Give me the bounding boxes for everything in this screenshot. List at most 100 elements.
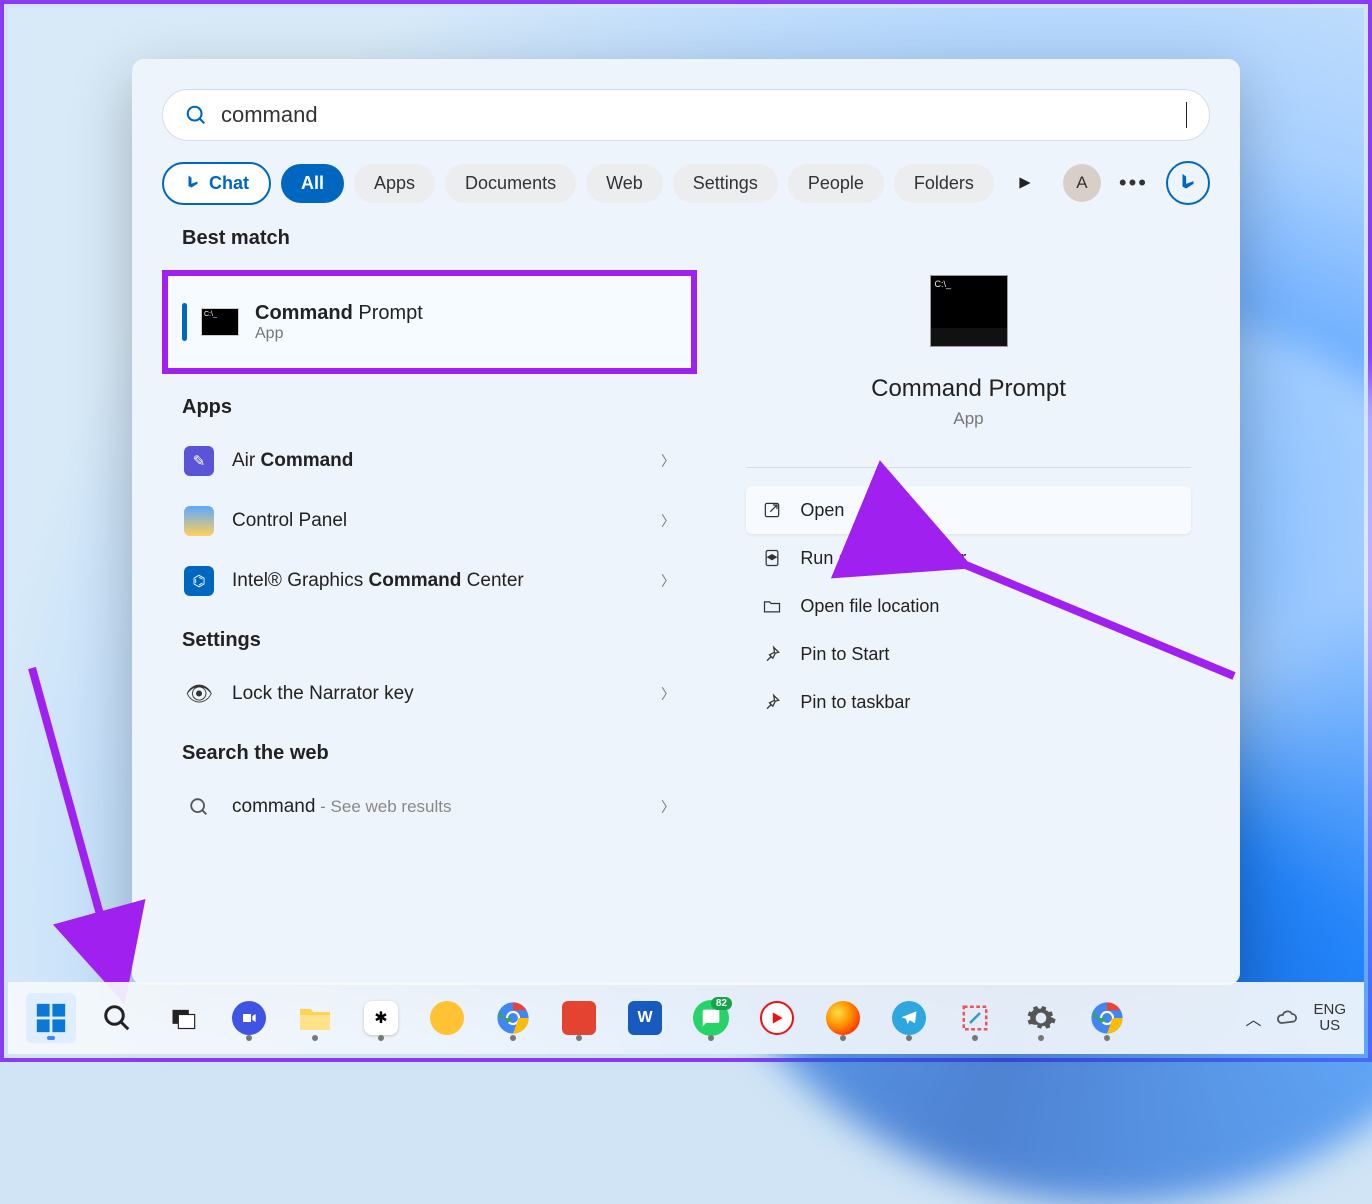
command-prompt-icon (201, 308, 239, 336)
taskbar-app-settings[interactable] (1016, 993, 1066, 1043)
windows-icon (34, 1001, 68, 1035)
apps-heading: Apps (182, 396, 697, 419)
results-column: Best match Command Prompt App Apps ✎ Air… (162, 227, 697, 985)
detail-column: Command Prompt App Open Run as administr… (727, 227, 1210, 985)
narrator-icon: 👁 (184, 679, 214, 709)
action-pin-taskbar[interactable]: Pin to taskbar (746, 678, 1190, 726)
shield-icon (762, 548, 782, 568)
open-icon (762, 500, 782, 520)
best-match-heading: Best match (182, 227, 697, 250)
action-open-location[interactable]: Open file location (746, 582, 1190, 630)
task-view-button[interactable] (158, 993, 208, 1043)
user-avatar[interactable]: A (1063, 164, 1101, 202)
filter-settings[interactable]: Settings (673, 164, 778, 203)
taskbar-app-chrome2[interactable] (1082, 993, 1132, 1043)
taskbar-app-youtube[interactable] (752, 993, 802, 1043)
circle-icon (430, 1001, 464, 1035)
chevron-right-icon: 〉 (661, 797, 675, 817)
taskbar-app-slack[interactable]: ✱ (356, 993, 406, 1043)
filter-apps[interactable]: Apps (354, 164, 435, 203)
more-options-button[interactable]: ••• (1111, 170, 1156, 196)
windows-search-panel: Chat All Apps Documents Web Settings Peo… (132, 59, 1240, 985)
taskbar-app-word[interactable]: W (620, 993, 670, 1043)
filter-more-button[interactable] (1010, 168, 1040, 198)
search-icon (184, 792, 214, 822)
chevron-right-icon: 〉 (661, 684, 675, 704)
best-match-title: Command Prompt (255, 302, 423, 325)
app-result-control-panel[interactable]: Control Panel 〉 (162, 491, 697, 551)
taskbar-app-chrome[interactable] (488, 993, 538, 1043)
control-panel-icon (184, 506, 214, 536)
taskbar-search[interactable] (92, 993, 142, 1043)
snip-icon (960, 1003, 990, 1033)
pencil-icon: ✎ (184, 446, 214, 476)
command-prompt-icon (930, 275, 1008, 347)
folder-icon (297, 1003, 333, 1033)
folder-icon (762, 596, 782, 616)
divider (746, 467, 1190, 468)
todoist-icon (562, 1001, 596, 1035)
chrome-icon (496, 1001, 530, 1035)
chrome-icon (1090, 1001, 1124, 1035)
detail-title: Command Prompt (871, 375, 1066, 403)
filter-web[interactable]: Web (586, 164, 663, 203)
taskbar-app-todoist[interactable] (554, 993, 604, 1043)
web-result[interactable]: command - See web results 〉 (162, 777, 697, 837)
taskview-icon (169, 1004, 197, 1032)
taskbar-app-snip[interactable] (950, 993, 1000, 1043)
bing-icon (184, 174, 202, 192)
filter-people[interactable]: People (788, 164, 884, 203)
camera-icon (232, 1001, 266, 1035)
filter-all[interactable]: All (281, 164, 344, 203)
filter-documents[interactable]: Documents (445, 164, 576, 203)
language-indicator[interactable]: ENGUS (1313, 1002, 1346, 1035)
selection-bar (182, 303, 187, 341)
play-icon (1018, 176, 1032, 190)
system-tray: ︿ ENGUS (1245, 1002, 1346, 1035)
filter-folders[interactable]: Folders (894, 164, 994, 203)
best-match-result[interactable]: Command Prompt App (162, 270, 697, 374)
filter-row: Chat All Apps Documents Web Settings Peo… (162, 161, 1210, 205)
search-icon (102, 1003, 132, 1033)
firefox-icon (826, 1001, 860, 1035)
pin-icon (762, 692, 782, 712)
taskbar-app-firefox[interactable] (818, 993, 868, 1043)
search-input[interactable] (221, 102, 1178, 128)
taskbar-app-teams[interactable] (224, 993, 274, 1043)
taskbar-app-telegram[interactable] (884, 993, 934, 1043)
slack-icon: ✱ (364, 1001, 398, 1035)
search-bar[interactable] (162, 89, 1210, 141)
taskbar: ✱ W 82 ︿ ENGUS (8, 982, 1364, 1054)
app-result-intel-graphics[interactable]: ⌬ Intel® Graphics Command Center 〉 (162, 551, 697, 611)
taskbar-app-whatsapp[interactable]: 82 (686, 993, 736, 1043)
chevron-right-icon: 〉 (661, 511, 675, 531)
app-result-air-command[interactable]: ✎ Air Command 〉 (162, 431, 697, 491)
chevron-right-icon: 〉 (661, 451, 675, 471)
word-icon: W (628, 1001, 662, 1035)
best-match-subtitle: App (255, 325, 423, 343)
youtube-icon (760, 1001, 794, 1035)
whatsapp-icon: 82 (693, 1000, 729, 1036)
telegram-icon (892, 1001, 926, 1035)
text-cursor (1186, 102, 1188, 128)
settings-heading: Settings (182, 629, 697, 652)
bing-icon (1177, 172, 1199, 194)
action-pin-start[interactable]: Pin to Start (746, 630, 1190, 678)
action-run-admin[interactable]: Run as administrator (746, 534, 1190, 582)
onedrive-icon[interactable] (1275, 1006, 1299, 1030)
search-icon (185, 104, 207, 126)
bing-button[interactable] (1166, 161, 1210, 205)
detail-subtitle: App (953, 409, 983, 429)
filter-chat[interactable]: Chat (162, 162, 271, 205)
action-open[interactable]: Open (746, 486, 1190, 534)
intel-icon: ⌬ (184, 566, 214, 596)
taskbar-app-generic1[interactable] (422, 993, 472, 1043)
web-heading: Search the web (182, 742, 697, 765)
pin-icon (762, 644, 782, 664)
start-button[interactable] (26, 993, 76, 1043)
chevron-right-icon: 〉 (661, 571, 675, 591)
taskbar-app-explorer[interactable] (290, 993, 340, 1043)
tray-chevron-up-icon[interactable]: ︿ (1245, 1006, 1261, 1030)
gear-icon (1025, 1002, 1057, 1034)
setting-result-narrator[interactable]: 👁 Lock the Narrator key 〉 (162, 664, 697, 724)
